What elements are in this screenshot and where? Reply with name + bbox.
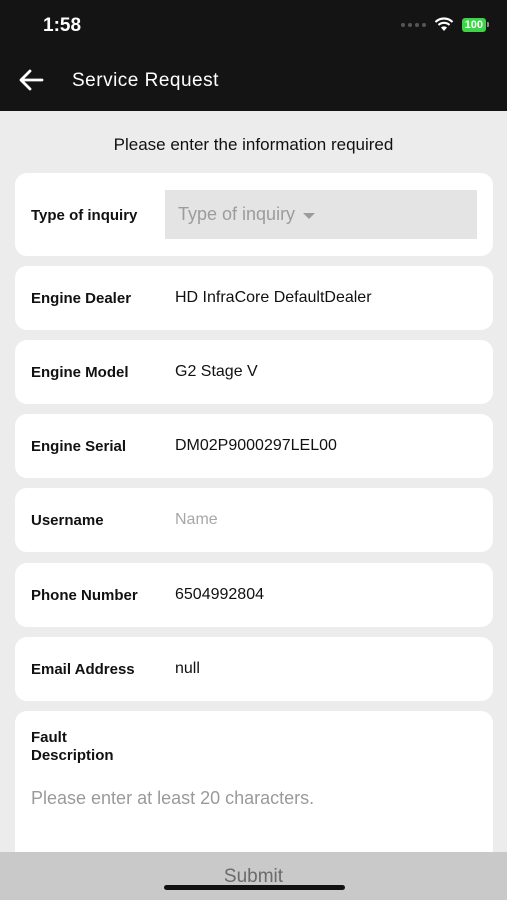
home-indicator: [164, 885, 345, 890]
phone-card: Phone Number 6504992804: [15, 563, 493, 627]
dealer-card: Engine Dealer HD InfraCore DefaultDealer: [15, 266, 493, 330]
status-time: 1:58: [43, 15, 82, 36]
username-label: Username: [31, 512, 104, 529]
submit-button[interactable]: Submit: [0, 852, 507, 900]
email-card: Email Address null: [15, 637, 493, 701]
phone-label: Phone Number: [31, 587, 138, 604]
top-bar: 1:58 100 Service Request: [0, 0, 507, 111]
model-label: Engine Model: [31, 364, 129, 381]
model-card: Engine Model G2 Stage V: [15, 340, 493, 404]
email-input[interactable]: null: [175, 660, 200, 678]
caret-down-icon: [303, 212, 316, 219]
inquiry-label: Type of inquiry: [31, 207, 138, 224]
email-label: Email Address: [31, 661, 135, 678]
inquiry-placeholder: Type of inquiry: [178, 204, 296, 224]
battery-icon: 100: [461, 17, 489, 32]
dealer-value: HD InfraCore DefaultDealer: [175, 289, 372, 306]
serial-card: Engine Serial DM02P9000297LEL00: [15, 414, 493, 478]
wifi-icon: [434, 17, 453, 31]
username-card: Username Name: [15, 488, 493, 552]
battery-level: 100: [461, 17, 486, 32]
username-input[interactable]: Name: [175, 511, 218, 529]
phone-input[interactable]: 6504992804: [175, 586, 264, 604]
inquiry-card: Type of inquiry Type of inquiry: [15, 173, 493, 256]
fault-description-input[interactable]: Please enter at least 20 characters.: [31, 788, 314, 809]
status-indicators: 100: [400, 17, 489, 32]
page-title: Service Request: [72, 70, 219, 91]
arrow-left-icon[interactable]: [18, 67, 44, 93]
fault-label-line1: Fault: [31, 729, 67, 746]
dealer-label: Engine Dealer: [31, 290, 132, 307]
serial-label: Engine Serial: [31, 438, 127, 455]
signal-icon: [400, 22, 426, 27]
instruction-text: Please enter the information required: [113, 135, 394, 154]
inquiry-select[interactable]: Type of inquiry: [165, 190, 477, 239]
fault-label-line2: Description: [31, 747, 114, 764]
model-value: G2 Stage V: [175, 363, 258, 380]
serial-value: DM02P9000297LEL00: [175, 437, 337, 454]
fault-card: Fault Description Please enter at least …: [15, 711, 493, 871]
